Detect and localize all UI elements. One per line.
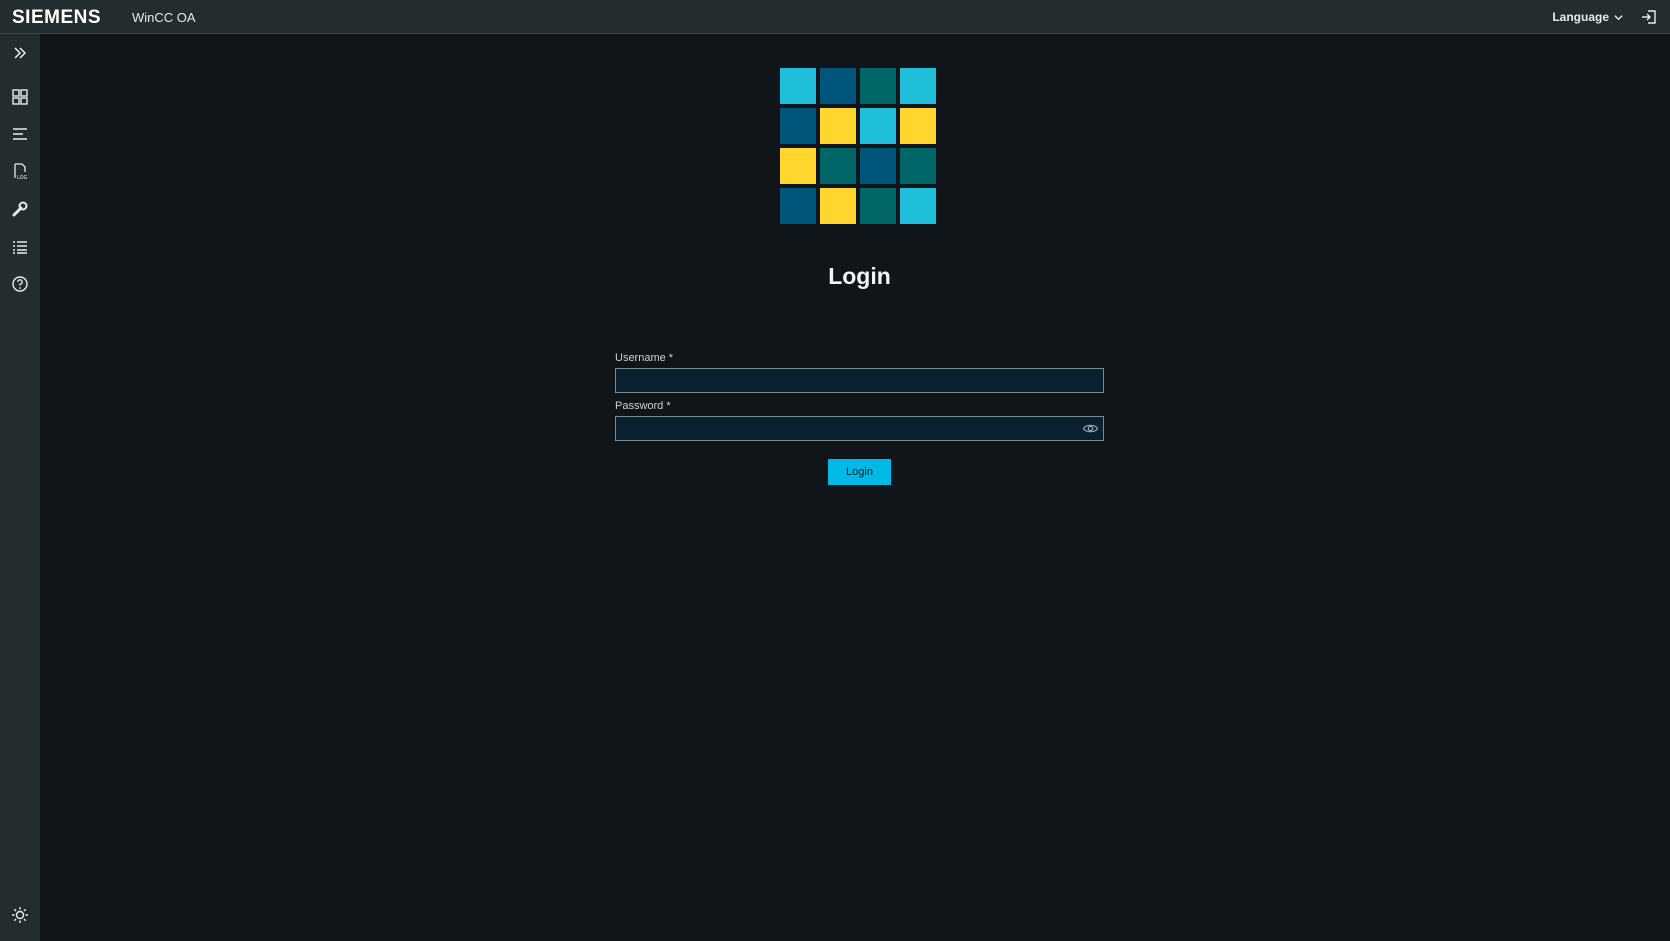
app-logo — [780, 68, 940, 228]
list-icon — [13, 241, 27, 254]
theme-toggle-button[interactable] — [8, 903, 32, 927]
sidebar-item-menu[interactable] — [8, 122, 32, 146]
sidebar-item-list[interactable] — [8, 235, 32, 259]
theme-brightness-icon — [12, 907, 28, 923]
svg-text:LOG: LOG — [17, 175, 28, 180]
dashboard-grid-icon — [12, 89, 28, 105]
page-title: Login — [828, 263, 891, 289]
logo-tile — [860, 68, 896, 104]
sidebar-item-dashboard[interactable] — [8, 85, 32, 109]
wrench-icon — [12, 201, 28, 217]
expand-sidebar-button[interactable] — [8, 41, 32, 65]
logo-tile — [900, 68, 936, 104]
top-bar: SIEMENS WinCC OA Language — [0, 0, 1670, 34]
app-name: WinCC OA — [132, 10, 196, 25]
login-title-row: Login — [0, 263, 1670, 290]
logo-tile — [820, 108, 856, 144]
logo-tile — [900, 188, 936, 224]
language-dropdown[interactable]: Language — [1552, 10, 1624, 24]
password-input[interactable] — [615, 416, 1104, 441]
log-file-icon: LOG — [14, 163, 28, 180]
siemens-logo: SIEMENS — [12, 7, 102, 28]
logout-icon[interactable] — [1640, 8, 1658, 26]
login-button[interactable]: Login — [828, 459, 891, 485]
logo-tile — [900, 148, 936, 184]
logo-tile — [860, 188, 896, 224]
language-label: Language — [1552, 10, 1609, 24]
sidebar: LOG — [0, 34, 40, 941]
chevron-down-icon — [1614, 14, 1623, 20]
logo-tile — [860, 108, 896, 144]
logo-tile — [820, 68, 856, 104]
sidebar-item-tools[interactable] — [8, 197, 32, 221]
logo-tile — [820, 188, 856, 224]
logo-tile — [780, 148, 816, 184]
logo-tile — [820, 148, 856, 184]
menu-lines-icon — [13, 128, 27, 140]
logo-tile — [860, 148, 896, 184]
username-input[interactable] — [615, 368, 1104, 393]
sidebar-item-log[interactable]: LOG — [8, 159, 32, 183]
username-label: Username * — [615, 352, 674, 364]
logo-tile — [780, 108, 816, 144]
expand-chevrons-icon — [14, 47, 27, 59]
logo-tile — [780, 188, 816, 224]
logo-tile — [900, 108, 936, 144]
password-label: Password * — [615, 400, 671, 412]
logo-tile — [780, 68, 816, 104]
show-password-eye-icon[interactable] — [1082, 420, 1099, 437]
